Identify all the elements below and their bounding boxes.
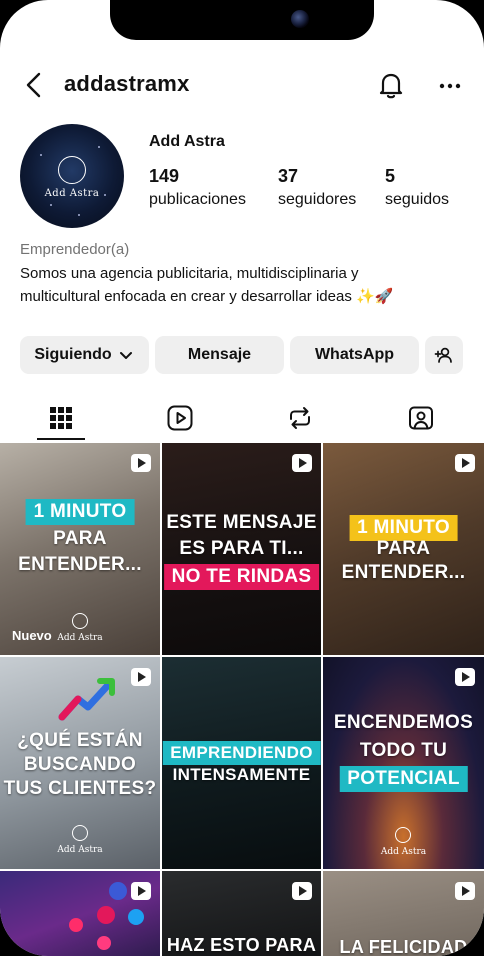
more-dots-icon: [439, 83, 461, 89]
profile-bio: Somos una agencia publicitaria, multidis…: [20, 262, 470, 308]
reel-icon: [131, 668, 151, 686]
reposts-icon: [290, 407, 310, 429]
stat-posts[interactable]: 149 publicaciones: [149, 166, 246, 209]
tagged-icon: [409, 406, 433, 430]
notifications-button[interactable]: [375, 69, 407, 101]
stat-posts-count: 149: [149, 166, 180, 186]
bio-line: multicultural enfocada en crear y desarr…: [20, 288, 394, 305]
front-camera: [291, 10, 309, 28]
stat-following-count: 5: [385, 166, 396, 186]
whatsapp-button[interactable]: WhatsApp: [290, 336, 419, 374]
suggested-people-button[interactable]: [425, 336, 463, 374]
trend-arrow-icon: [58, 678, 115, 721]
message-label: Mensaje: [187, 346, 252, 363]
tab-tagged[interactable]: [403, 400, 439, 436]
post-caption-line: ENCENDEMOS: [333, 712, 474, 733]
phone-screen: addastramx Add Astra Add Astra 149 publi…: [0, 0, 484, 956]
post-caption-line: TUS CLIENTES?: [3, 778, 157, 799]
post-caption-line: INTENSAMENTE: [172, 765, 311, 784]
following-label: Siguiendo: [34, 346, 112, 363]
more-options-button[interactable]: [434, 69, 466, 101]
post-caption-line: PARA: [53, 528, 107, 549]
post-tile[interactable]: ¿QUÉ ESTÁN BUSCANDO TUS CLIENTES? Add As…: [0, 657, 160, 869]
reel-icon: [292, 454, 312, 472]
post-caption-line: ES PARA TI...: [179, 538, 304, 559]
stat-following[interactable]: 5 seguidos: [385, 166, 449, 209]
back-arrow-icon: [26, 72, 41, 98]
avatar-brand-text: Add Astra: [44, 188, 100, 199]
post-tile[interactable]: 1 MINUTO PARA ENTENDER... Nuevo Add Astr…: [0, 443, 160, 655]
reel-icon: [455, 668, 475, 686]
reel-icon: [131, 454, 151, 472]
post-tile[interactable]: LA FELICIDAD: [323, 871, 484, 956]
profile-header: addastramx: [0, 62, 484, 108]
tab-reposts[interactable]: [282, 400, 318, 436]
profile-avatar[interactable]: Add Astra: [20, 124, 124, 228]
post-tile[interactable]: ENCENDEMOS TODO TU POTENCIAL Add Astra: [323, 657, 484, 869]
message-button[interactable]: Mensaje: [155, 336, 284, 374]
posts-grid-icon: [50, 407, 72, 429]
post-caption-line: HAZ ESTO PARA: [166, 935, 317, 955]
whatsapp-label: WhatsApp: [314, 346, 395, 363]
post-caption-line: BUSCANDO: [23, 754, 137, 775]
active-tab-indicator: [37, 438, 85, 440]
post-tile[interactable]: [0, 871, 160, 956]
stat-followers-count: 37: [278, 166, 299, 186]
add-astra-logo-icon: [395, 827, 411, 843]
post-brand-text: Add Astra: [57, 633, 103, 643]
profile-category: Emprendedor(a): [20, 241, 130, 258]
device-notch: [110, 0, 374, 40]
post-tile[interactable]: HAZ ESTO PARA: [162, 871, 321, 956]
post-caption-line: ENTENDER...: [18, 554, 142, 575]
post-highlight-text: NO TE RINDAS: [163, 564, 320, 590]
post-tile[interactable]: 1 MINUTO PARA ENTENDER...: [323, 443, 484, 655]
add-astra-logo-icon: [58, 156, 86, 184]
bio-line: Somos una agencia publicitaria, multidis…: [20, 265, 359, 282]
tab-posts[interactable]: [43, 400, 79, 436]
profile-username: addastramx: [64, 71, 190, 96]
reel-icon: [292, 882, 312, 900]
stat-posts-label: publicaciones: [149, 191, 246, 208]
post-caption-line: ESTE MENSAJE: [166, 512, 317, 533]
reel-icon: [455, 882, 475, 900]
post-highlight-text: EMPRENDIENDO: [162, 741, 321, 765]
post-highlight-text: 1 MINUTO: [25, 499, 135, 525]
post-tile[interactable]: ESTE MENSAJE ES PARA TI... NO TE RINDAS: [162, 443, 321, 655]
following-button[interactable]: Siguiendo: [20, 336, 149, 374]
post-caption-line: ¿QUÉ ESTÁN: [17, 730, 143, 751]
add-astra-logo-icon: [72, 613, 88, 629]
stat-followers-label: seguidores: [278, 191, 357, 208]
stat-followers[interactable]: 37 seguidores: [278, 166, 356, 209]
post-caption-line: TODO TU: [359, 740, 448, 761]
post-caption-line: LA FELICIDAD: [339, 937, 468, 956]
add-person-icon: [434, 347, 452, 363]
post-brand-text: Add Astra: [380, 847, 427, 857]
profile-display-name: Add Astra: [149, 133, 225, 150]
add-astra-logo-icon: [72, 825, 88, 841]
post-tile[interactable]: EMPRENDIENDO INTENSAMENTE: [162, 657, 321, 869]
reels-icon: [167, 405, 193, 431]
post-caption-line: ENTENDER...: [341, 562, 466, 583]
bell-icon: [379, 73, 403, 99]
profile-tabs: [0, 392, 484, 442]
post-brand-text: Add Astra: [57, 845, 103, 855]
post-caption-line: PARA: [376, 538, 431, 559]
chevron-down-icon: [119, 352, 132, 359]
reel-icon: [455, 454, 475, 472]
stat-following-label: seguidos: [385, 191, 450, 208]
tab-reels[interactable]: [162, 400, 198, 436]
post-highlight-text: POTENCIAL: [339, 766, 468, 792]
back-button[interactable]: [20, 70, 50, 100]
social-media-icons: [69, 882, 144, 950]
